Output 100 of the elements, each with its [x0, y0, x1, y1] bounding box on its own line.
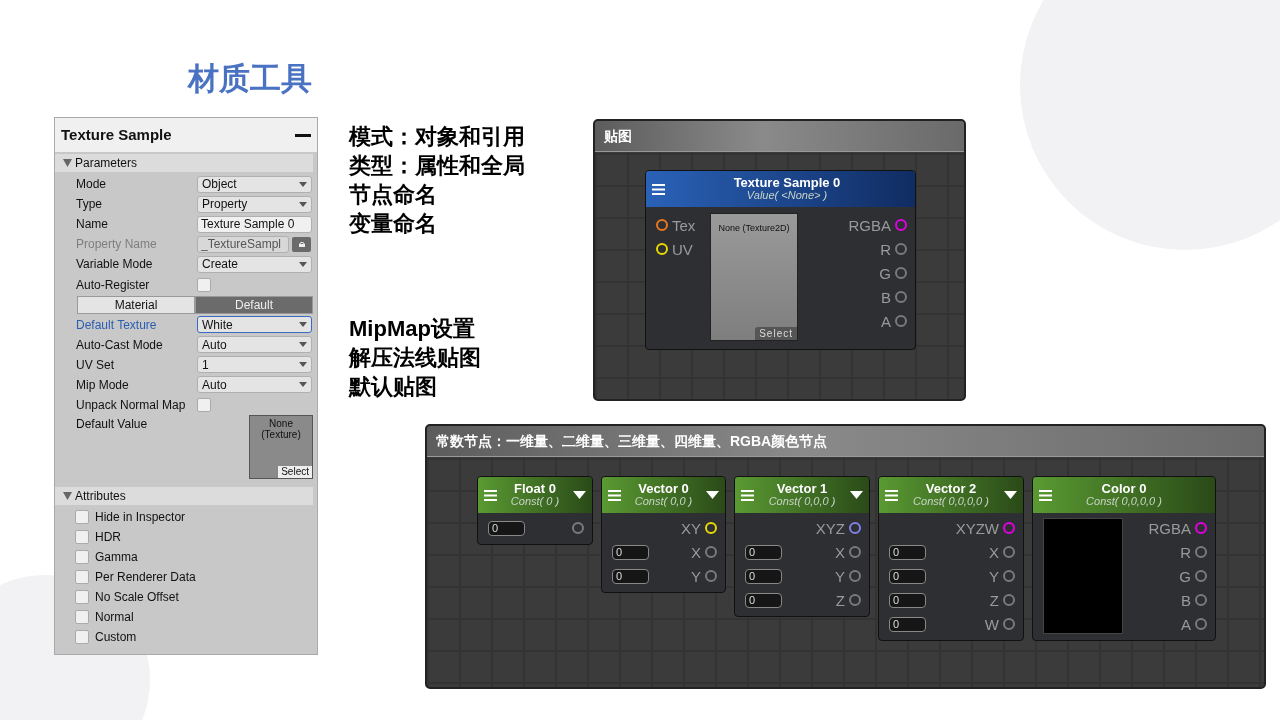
note-line: 节点命名 [349, 181, 438, 209]
node-subtitle: Const( 0,0,0,0 ) [1085, 496, 1163, 508]
field-label: Mip Mode [76, 377, 130, 394]
checkbox[interactable] [75, 610, 89, 625]
dropdown-arrow-icon[interactable] [706, 491, 719, 499]
caret-icon [299, 322, 307, 328]
checkbox[interactable] [75, 590, 89, 605]
number-field[interactable]: 0 [612, 544, 649, 560]
checkbox-label: Normal [95, 609, 134, 627]
caret-icon [299, 382, 307, 388]
note-line: 默认贴图 [349, 373, 438, 401]
note-line: 模式：对象和引用 [349, 123, 525, 151]
port-label: RGBA [848, 217, 891, 233]
menu-icon[interactable] [608, 489, 621, 501]
number-field[interactable]: 0 [612, 568, 649, 584]
toggle-button[interactable]: Default [195, 295, 313, 314]
field-label: UV Set [76, 356, 115, 374]
node-subtitle: Const( 0,0,0,0 ) [912, 496, 990, 508]
number-field[interactable]: 0 [889, 616, 926, 632]
checkbox[interactable] [75, 530, 89, 545]
panel-title: 常数节点：一维量、二维量、三维量、四维量、RGBA颜色节点 [427, 426, 1264, 457]
note-line: 类型：属性和全局 [349, 152, 525, 180]
minimize-icon[interactable] [295, 133, 311, 137]
checkbox[interactable] [75, 550, 89, 565]
dropdown-arrow-icon[interactable] [573, 491, 586, 499]
port-label: Y [835, 568, 845, 584]
node-subtitle: Const( 0 ) [509, 496, 561, 508]
port-label: XYZW [955, 520, 999, 536]
number-field[interactable]: 0 [745, 568, 782, 584]
port-label: UV [672, 241, 693, 257]
port-label: G [1179, 568, 1191, 584]
checkbox[interactable] [197, 277, 211, 292]
panel-title: Texture Sample [61, 124, 172, 145]
menu-icon[interactable] [1039, 489, 1052, 501]
node-title: Vector 2 [924, 482, 978, 497]
port-label: Y [989, 568, 999, 584]
field-label: Mode [76, 176, 108, 194]
dropdown[interactable]: Object [197, 175, 312, 193]
port-label: B [881, 289, 891, 305]
number-field[interactable]: 0 [889, 568, 926, 584]
field-label: Default Texture [76, 316, 158, 334]
select-button[interactable]: Select [278, 466, 312, 479]
menu-icon[interactable] [484, 489, 497, 501]
panel-title: 贴图 [595, 121, 964, 152]
note-line: 解压法线贴图 [349, 344, 481, 372]
dropdown[interactable]: Auto [197, 336, 312, 354]
checkbox[interactable] [75, 570, 89, 585]
lock-button[interactable] [292, 236, 311, 252]
section-label: Parameters [75, 155, 138, 172]
select-button[interactable]: Select [755, 327, 797, 340]
dropdown-arrow-icon[interactable] [850, 491, 863, 499]
node-subtitle: Const( 0,0,0 ) [767, 496, 837, 508]
checkbox[interactable] [75, 510, 89, 525]
number-field[interactable]: 0 [889, 592, 926, 608]
menu-icon[interactable] [885, 489, 898, 501]
text-field[interactable]: Texture Sample 0 [197, 215, 312, 233]
dropdown-arrow-icon[interactable] [1004, 491, 1017, 499]
port-label: X [989, 544, 999, 560]
caret-icon [299, 181, 307, 187]
section-header[interactable]: Parameters [55, 154, 313, 172]
port-icon[interactable] [849, 522, 861, 534]
note-line: MipMap设置 [349, 315, 476, 343]
port-label: X [691, 544, 701, 560]
field-label: Default Value [76, 416, 149, 434]
number-field[interactable]: 0 [488, 520, 525, 536]
menu-icon[interactable] [652, 183, 665, 195]
port-icon[interactable] [656, 219, 668, 231]
field-label: Variable Mode [76, 256, 154, 274]
port-label: W [984, 616, 999, 632]
number-field[interactable]: 0 [745, 592, 782, 608]
menu-icon[interactable] [741, 489, 754, 501]
dropdown[interactable]: Auto [197, 376, 312, 394]
field-label: Auto-Register [76, 276, 151, 294]
toggle-button[interactable]: Material [77, 295, 195, 314]
number-field[interactable]: 0 [745, 544, 782, 560]
texture-slot[interactable]: None (Texture) Select [249, 415, 313, 480]
checkbox[interactable] [197, 398, 211, 413]
checkbox-label: HDR [95, 529, 121, 547]
port-label: XYZ [815, 520, 845, 536]
caret-icon [299, 201, 307, 207]
port-label: RGBA [1148, 520, 1191, 536]
port-label: Tex [672, 217, 696, 233]
checkbox-label: No Scale Offset [95, 589, 179, 607]
preview-label: None (Texture2D) [718, 223, 790, 233]
port-label: Y [691, 568, 701, 584]
node-subtitle: Const( 0,0 ) [633, 496, 694, 508]
checkbox[interactable] [75, 630, 89, 645]
checkbox-label: Hide in Inspector [95, 509, 186, 527]
color-swatch[interactable] [1043, 518, 1123, 634]
dropdown[interactable]: Create [197, 255, 312, 273]
dropdown[interactable]: White [197, 316, 312, 334]
dropdown[interactable]: 1 [197, 356, 312, 374]
port-label: A [881, 313, 891, 329]
section-header[interactable]: Attributes [55, 487, 313, 506]
number-field[interactable]: 0 [889, 544, 926, 560]
field-label: Auto-Cast Mode [76, 336, 164, 354]
caret-icon [299, 261, 307, 267]
field-label: Type [76, 196, 103, 214]
dropdown[interactable]: Property [197, 195, 312, 213]
node-title: Vector 1 [775, 482, 829, 497]
